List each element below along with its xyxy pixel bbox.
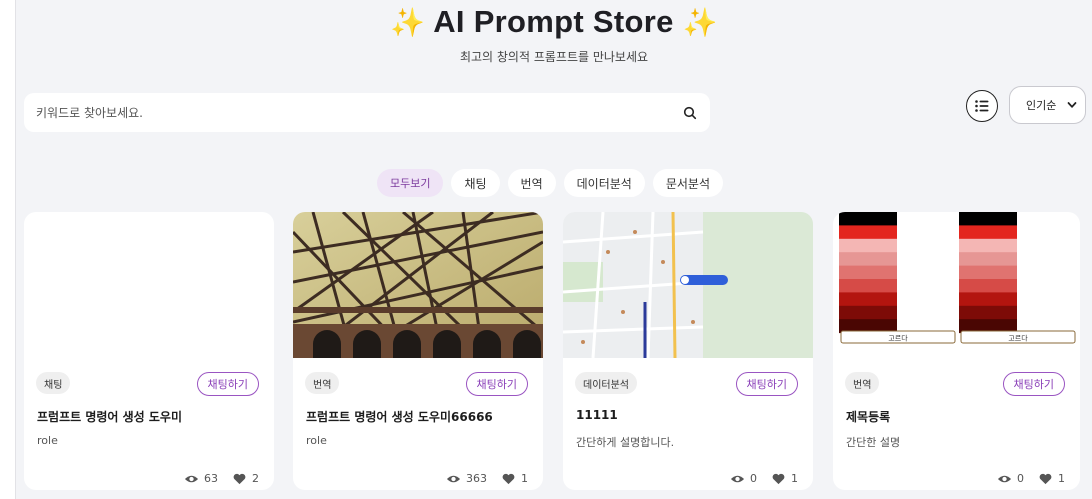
prompt-store-page: ✨ AI Prompt Store ✨ 최고의 창의적 프롬프트를 만나보세요 … [16,0,1092,499]
left-panel-edge [0,0,16,499]
palette-swatch [839,238,897,253]
search-icon[interactable] [682,105,698,121]
tab-chat[interactable]: 채팅 [451,169,500,197]
heart-icon [502,473,515,484]
palette-swatch [839,212,897,226]
eye-icon [446,475,461,482]
palette-swatch [959,279,1017,293]
card-description: 간단하게 설명합니다. [576,436,675,449]
page-title-text: AI Prompt Store [433,4,674,39]
list-icon [975,100,989,112]
search-bar [24,93,710,132]
card-stats: 363 1 [446,472,528,485]
view-count: 363 [466,472,487,485]
card-description: role [37,434,58,447]
view-count: 63 [204,472,218,485]
sparkle-icon: ✨ [390,7,426,38]
like-count: 1 [1058,472,1065,485]
palette-swatch [839,292,897,307]
heart-icon [233,473,246,484]
sort-select[interactable]: 인기순 [1009,86,1086,124]
card-thumbnail-empty [24,212,274,358]
card-stats: 0 1 [730,472,798,485]
chat-button[interactable]: 채팅하기 [735,372,798,396]
view-count: 0 [750,472,757,485]
card-title: 11111 [576,408,618,422]
palette-swatch [959,252,1017,267]
prompt-card[interactable]: 데이터분석 채팅하기 11111 간단하게 설명합니다. 0 1 [563,212,813,490]
card-stats: 0 1 [997,472,1065,485]
tab-document-analysis[interactable]: 문서분석 [652,169,724,197]
list-view-toggle[interactable] [966,90,998,122]
palette-swatch [839,225,897,240]
category-badge: 번역 [305,372,340,394]
card-description: role [306,434,327,447]
prompt-card[interactable]: 번역 채팅하기 프럼프트 명령어 생성 도우미66666 role 363 1 [293,212,543,490]
pick-button-label: 고르다 [888,334,908,343]
palette-swatch [959,225,1017,240]
like-count: 1 [791,472,798,485]
like-count: 2 [252,472,259,485]
like-count: 1 [521,472,528,485]
prompt-card[interactable]: 고르다 고르다 번역 채팅하기 제목등록 간단한 설명 0 1 [833,212,1080,490]
card-thumbnail-color-palette: 고르다 고르다 [833,212,1080,358]
category-badge: 데이터분석 [575,372,637,394]
chevron-down-icon [1067,102,1077,108]
card-thumbnail-map [563,212,813,358]
eye-icon [997,475,1012,482]
palette-swatch [839,265,897,280]
palette-swatch [839,305,897,320]
category-tabs: 모두보기 채팅 번역 데이터분석 문서분석 [16,169,1092,197]
page-subtitle: 최고의 창의적 프롬프트를 만나보세요 [459,50,649,64]
card-title: 프럼프트 명령어 생성 도우미 [37,410,183,424]
sort-selected-label: 인기순 [1026,99,1057,112]
view-count: 0 [1017,472,1024,485]
heart-icon [772,473,785,484]
palette-swatch [959,265,1017,280]
card-title: 프럼프트 명령어 생성 도우미66666 [306,410,493,424]
card-description: 간단한 설명 [846,436,901,449]
prompt-card[interactable]: 채팅 채팅하기 프럼프트 명령어 생성 도우미 role 63 2 [24,212,274,490]
palette-swatch [959,212,1017,226]
chat-button[interactable]: 채팅하기 [465,372,528,396]
sparkle-icon: ✨ [682,7,718,38]
palette-swatch [959,238,1017,253]
category-badge: 채팅 [36,372,71,394]
heart-icon [1039,473,1052,484]
palette-swatch [839,279,897,293]
tab-data-analysis[interactable]: 데이터분석 [563,169,645,197]
palette-swatch [959,292,1017,307]
card-stats: 63 2 [184,472,259,485]
tab-translate[interactable]: 번역 [507,169,556,197]
palette-swatch [959,305,1017,320]
eye-icon [730,475,745,482]
eye-icon [184,475,199,482]
chat-button[interactable]: 채팅하기 [1002,372,1065,396]
palette-swatch [839,252,897,267]
card-title: 제목등록 [846,410,891,424]
chat-button[interactable]: 채팅하기 [196,372,259,396]
page-title: ✨ AI Prompt Store ✨ [16,4,1092,40]
category-badge: 번역 [845,372,880,394]
search-input[interactable] [36,105,682,120]
pick-button-label: 고르다 [1008,334,1028,343]
card-thumbnail-bridge-photo [293,212,543,358]
tab-all[interactable]: 모두보기 [376,169,444,197]
